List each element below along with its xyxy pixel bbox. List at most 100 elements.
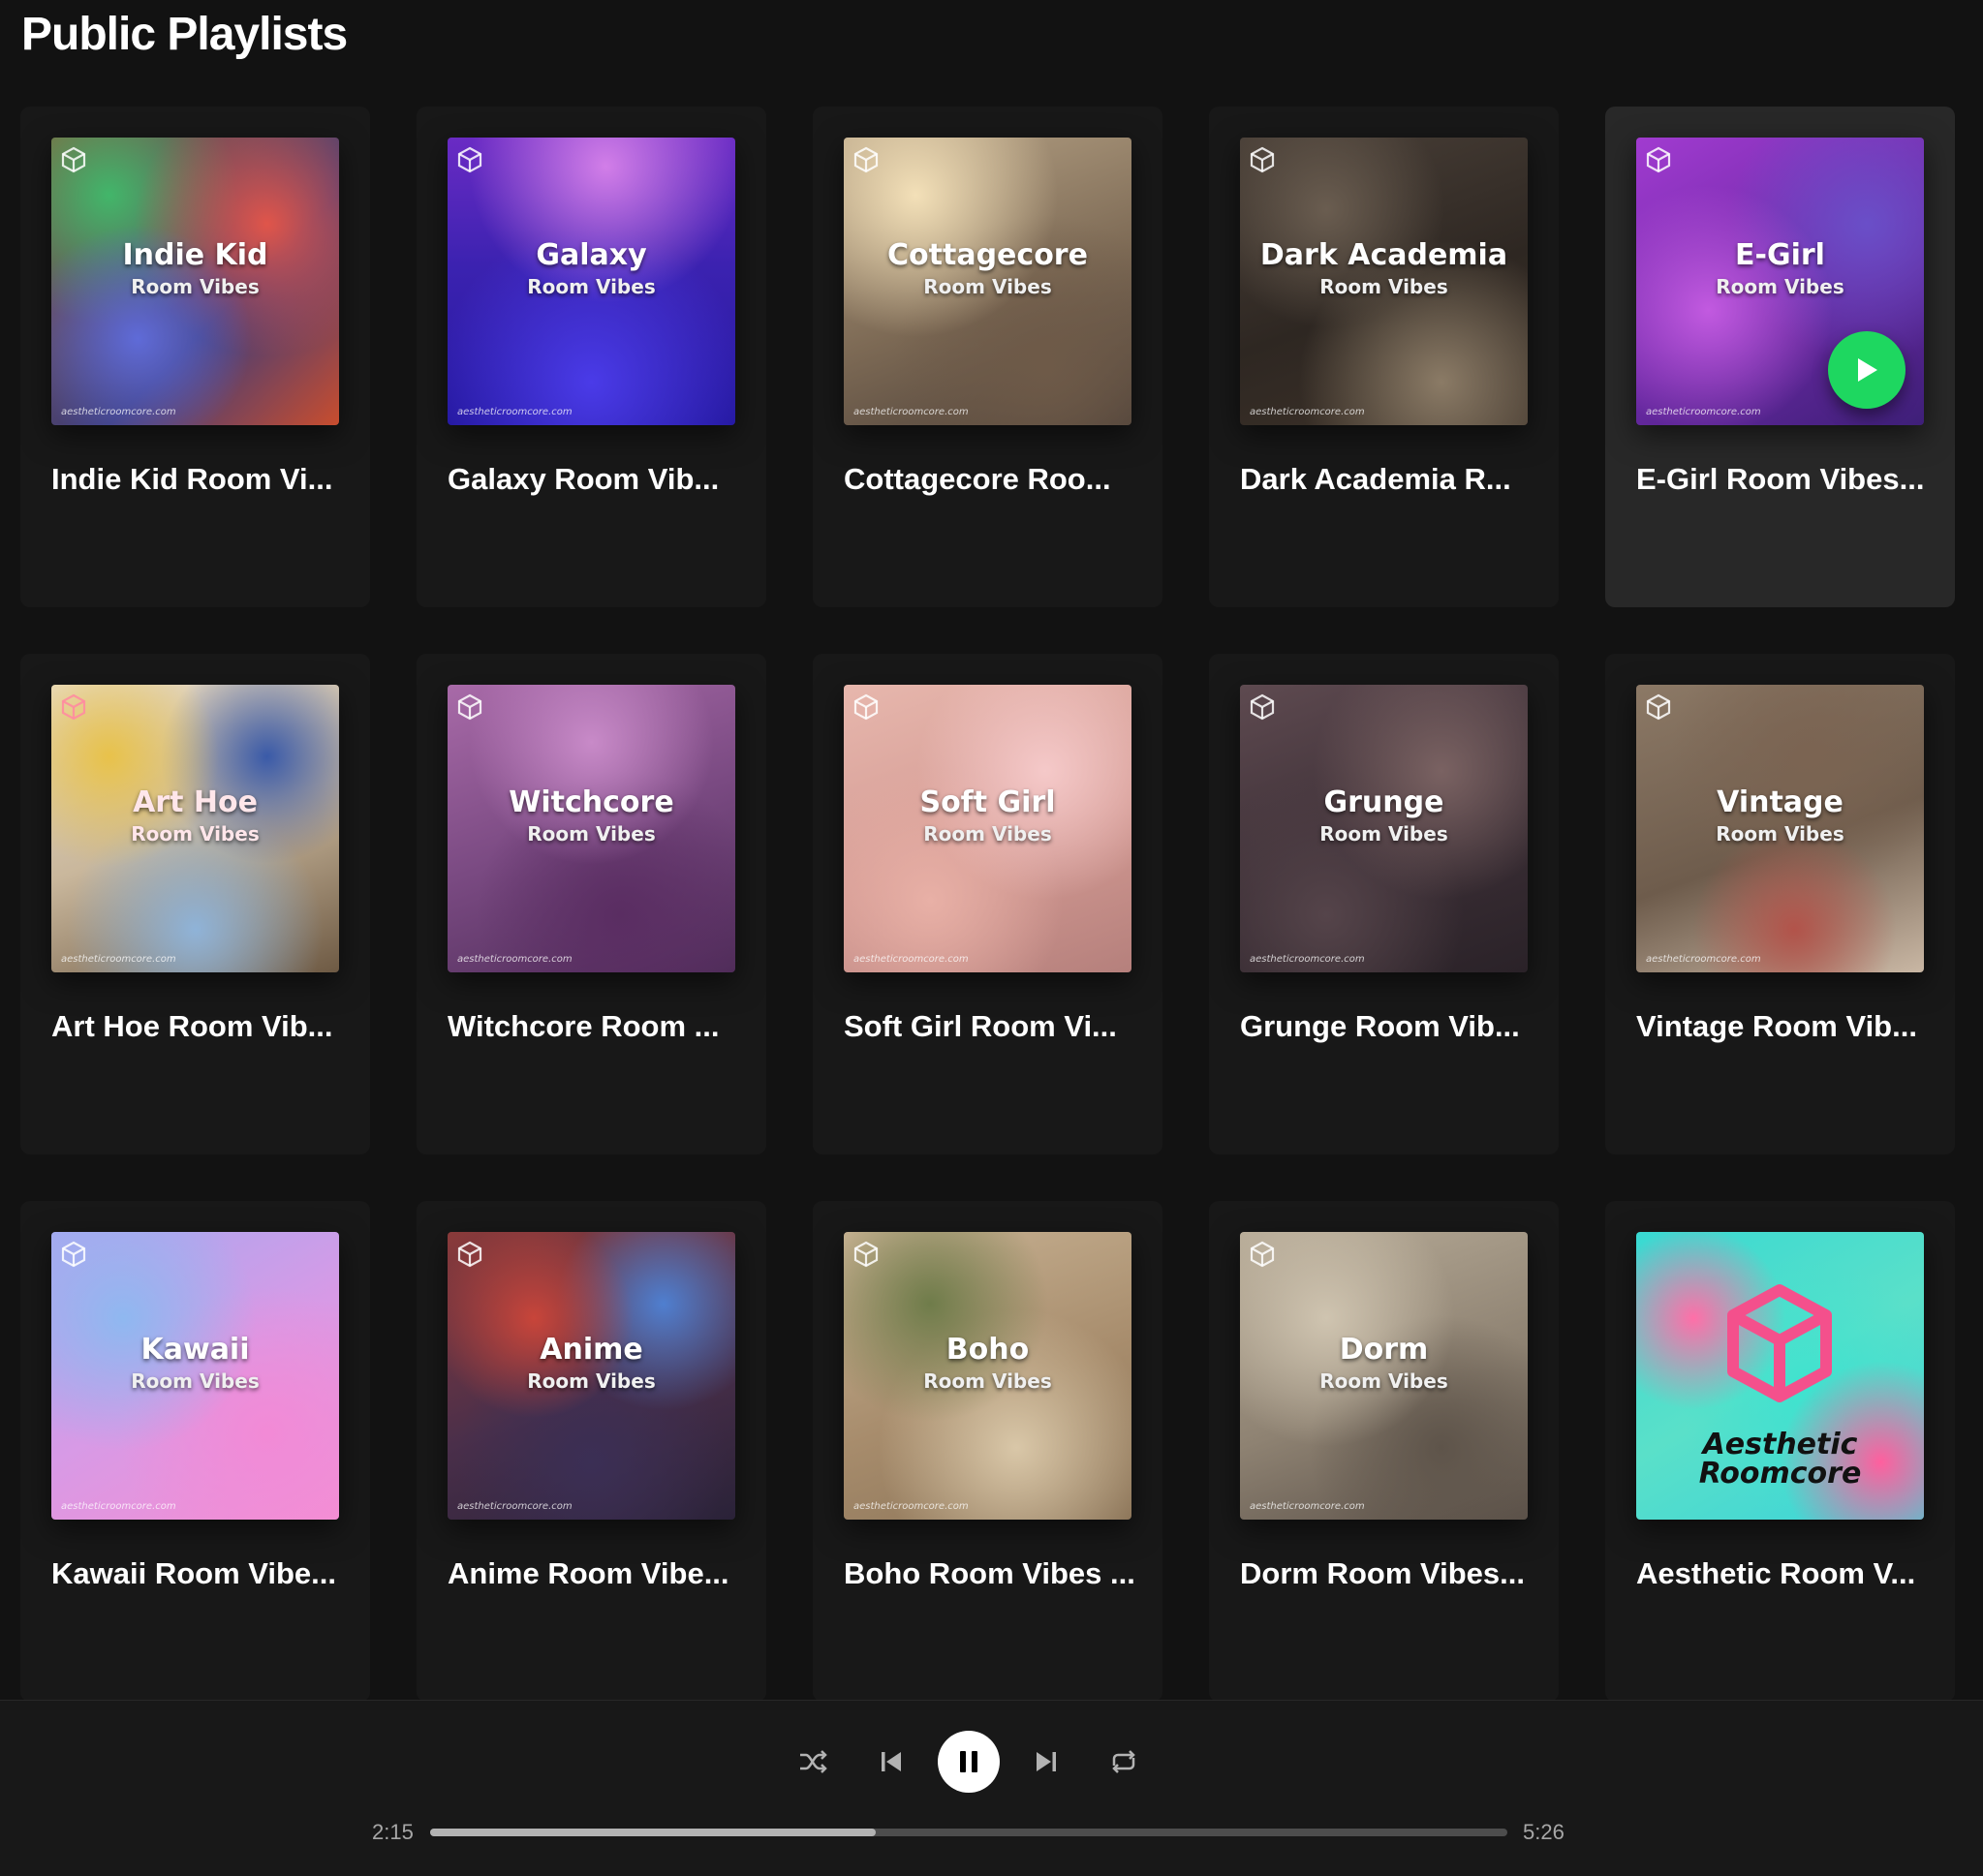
cover-subtitle: Room Vibes — [131, 822, 260, 846]
playlist-title[interactable]: Indie Kid Room Vi... — [51, 462, 342, 497]
playlist-title[interactable]: Dark Academia R... — [1240, 462, 1531, 497]
cover-title: E-Girl — [1735, 238, 1825, 272]
player-bar: 2:15 5:26 — [0, 1700, 1983, 1876]
cover-brand-line: Roomcore — [1698, 1457, 1862, 1491]
cover-title: Vintage — [1717, 785, 1844, 819]
previous-button[interactable] — [874, 1730, 909, 1794]
cover-watermark: aestheticroomcore.com — [61, 407, 176, 417]
playlist-card[interactable]: Dark Academia Room Vibes aestheticroomco… — [1209, 107, 1559, 607]
cube-logo-icon — [1250, 1241, 1275, 1268]
cover-subtitle: Room Vibes — [1319, 1369, 1448, 1393]
cover-subtitle: Room Vibes — [923, 275, 1052, 298]
playback-controls — [0, 1730, 1983, 1794]
playlist-card[interactable]: Anime Room Vibes aestheticroomcore.com A… — [417, 1201, 766, 1702]
playlist-title[interactable]: Galaxy Room Vib... — [448, 462, 738, 497]
playlist-title[interactable]: Boho Room Vibes ... — [844, 1556, 1134, 1591]
cube-logo-icon — [457, 146, 482, 173]
cover-watermark: aestheticroomcore.com — [61, 954, 176, 965]
playlist-title[interactable]: Grunge Room Vib... — [1240, 1009, 1531, 1044]
cover-title: Cottagecore — [887, 238, 1088, 272]
shuffle-icon — [800, 1750, 827, 1773]
play-icon — [1858, 358, 1877, 382]
playlist-title[interactable]: E-Girl Room Vibes... — [1636, 462, 1927, 497]
playlist-cover: Art Hoe Room Vibes aestheticroomcore.com — [51, 685, 339, 972]
cover-watermark: aestheticroomcore.com — [1250, 1501, 1365, 1512]
repeat-button[interactable] — [1106, 1730, 1141, 1794]
cover-title: Kawaii — [140, 1333, 250, 1367]
progress-bar[interactable] — [430, 1829, 1507, 1836]
cover-watermark: aestheticroomcore.com — [1250, 407, 1365, 417]
cover-title: Grunge — [1323, 785, 1444, 819]
cover-title: Art Hoe — [133, 785, 258, 819]
elapsed-time: 2:15 — [372, 1820, 414, 1844]
playlist-cover: Kawaii Room Vibes aestheticroomcore.com — [51, 1232, 339, 1520]
cube-logo-icon — [1646, 146, 1671, 173]
playlist-card[interactable]: Indie Kid Room Vibes aestheticroomcore.c… — [20, 107, 370, 607]
cube-logo-icon — [457, 693, 482, 721]
cover-subtitle: Room Vibes — [1716, 822, 1844, 846]
playlist-title[interactable]: Kawaii Room Vibe... — [51, 1556, 342, 1591]
cube-logo-icon — [61, 146, 86, 173]
playlist-card[interactable]: Kawaii Room Vibes aestheticroomcore.com … — [20, 1201, 370, 1702]
cover-watermark: aestheticroomcore.com — [457, 407, 573, 417]
cover-watermark: aestheticroomcore.com — [1250, 954, 1365, 965]
playlist-cover: Indie Kid Room Vibes aestheticroomcore.c… — [51, 138, 339, 425]
playlist-cover: Dorm Room Vibes aestheticroomcore.com — [1240, 1232, 1528, 1520]
playlist-card[interactable]: E-Girl Room Vibes aestheticroomcore.com … — [1605, 107, 1955, 607]
playlist-card[interactable]: Boho Room Vibes aestheticroomcore.com Bo… — [813, 1201, 1162, 1702]
playlist-title[interactable]: Anime Room Vibe... — [448, 1556, 738, 1591]
playlist-title[interactable]: Vintage Room Vib... — [1636, 1009, 1927, 1044]
shuffle-button[interactable] — [796, 1730, 831, 1794]
playlist-card[interactable]: Aesthetic Roomcore Aesthetic Room V... — [1605, 1201, 1955, 1702]
pause-icon — [960, 1751, 977, 1772]
cover-title: Boho — [945, 1333, 1030, 1367]
playlist-cover: Galaxy Room Vibes aestheticroomcore.com — [448, 138, 735, 425]
skip-forward-icon — [1037, 1752, 1056, 1771]
cover-title: Indie Kid — [122, 238, 268, 272]
skip-back-icon — [882, 1752, 901, 1771]
playlist-card[interactable]: Cottagecore Room Vibes aestheticroomcore… — [813, 107, 1162, 607]
cover-watermark: aestheticroomcore.com — [853, 1501, 969, 1512]
cover-title: Soft Girl — [919, 785, 1056, 819]
playlist-cover: Vintage Room Vibes aestheticroomcore.com — [1636, 685, 1924, 972]
section-title: Public Playlists — [21, 9, 348, 60]
progress-fill — [430, 1829, 877, 1836]
playlist-title[interactable]: Witchcore Room ... — [448, 1009, 738, 1044]
cover-watermark: aestheticroomcore.com — [1646, 954, 1761, 965]
cover-subtitle: Room Vibes — [923, 822, 1052, 846]
cover-title: Witchcore — [509, 785, 674, 819]
cover-watermark: aestheticroomcore.com — [457, 1501, 573, 1512]
cover-subtitle: Room Vibes — [1716, 275, 1844, 298]
playlist-card[interactable]: Galaxy Room Vibes aestheticroomcore.com … — [417, 107, 766, 607]
playlist-card[interactable]: Dorm Room Vibes aestheticroomcore.com Do… — [1209, 1201, 1559, 1702]
cover-subtitle: Room Vibes — [131, 1369, 260, 1393]
next-button[interactable] — [1029, 1730, 1064, 1794]
cover-title: Dark Academia — [1259, 238, 1508, 272]
pause-button[interactable] — [937, 1730, 1001, 1794]
playlist-card[interactable]: Grunge Room Vibes aestheticroomcore.com … — [1209, 654, 1559, 1154]
playlist-title[interactable]: Dorm Room Vibes... — [1240, 1556, 1531, 1591]
playlist-cover: Aesthetic Roomcore — [1636, 1232, 1924, 1520]
playlist-card[interactable]: Art Hoe Room Vibes aestheticroomcore.com… — [20, 654, 370, 1154]
cover-title: Dorm — [1339, 1333, 1429, 1367]
play-button[interactable] — [1828, 331, 1906, 409]
cover-subtitle: Room Vibes — [527, 1369, 656, 1393]
playlist-title[interactable]: Art Hoe Room Vib... — [51, 1009, 342, 1044]
cover-subtitle: Room Vibes — [131, 275, 260, 298]
playlist-title[interactable]: Cottagecore Roo... — [844, 462, 1134, 497]
cover-watermark: aestheticroomcore.com — [61, 1501, 176, 1512]
cube-logo-icon — [1727, 1284, 1832, 1402]
playlist-card[interactable]: Vintage Room Vibes aestheticroomcore.com… — [1605, 654, 1955, 1154]
playlist-card[interactable]: Witchcore Room Vibes aestheticroomcore.c… — [417, 654, 766, 1154]
cube-logo-icon — [1250, 146, 1275, 173]
cover-title: Anime — [540, 1333, 643, 1367]
playlist-card[interactable]: Soft Girl Room Vibes aestheticroomcore.c… — [813, 654, 1162, 1154]
playlist-cover: Cottagecore Room Vibes aestheticroomcore… — [844, 138, 1131, 425]
playlist-title[interactable]: Aesthetic Room V... — [1636, 1556, 1927, 1591]
playlist-title[interactable]: Soft Girl Room Vi... — [844, 1009, 1134, 1044]
cover-subtitle: Room Vibes — [527, 275, 656, 298]
cover-watermark: aestheticroomcore.com — [853, 407, 969, 417]
total-time: 5:26 — [1523, 1820, 1565, 1844]
playlist-cover: Anime Room Vibes aestheticroomcore.com — [448, 1232, 735, 1520]
cube-logo-icon — [853, 693, 879, 721]
